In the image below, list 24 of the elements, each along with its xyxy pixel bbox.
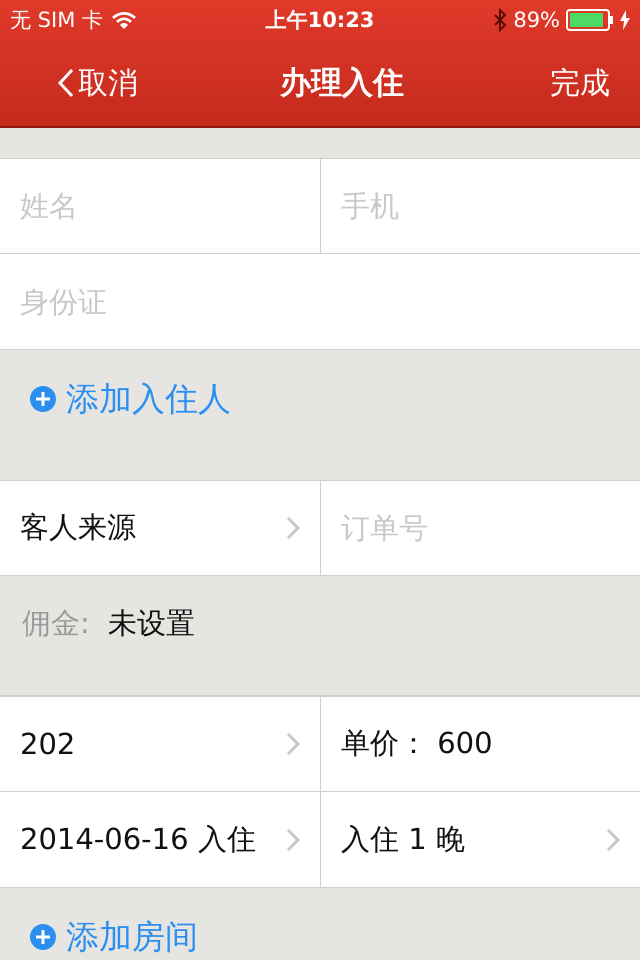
commission-label: 佣金: [22,605,90,642]
battery-percent: 89% [513,8,560,32]
done-button[interactable]: 完成 [546,62,614,104]
list-cell[interactable]: 2014-06-16 入住 [0,792,321,888]
cancel-button[interactable]: 取消 [58,62,138,104]
page-title: 办理入住 [280,64,404,103]
input-field[interactable]: 身份证 [0,254,640,350]
plus-icon [30,386,56,412]
list-cell[interactable]: 202 [0,696,321,792]
wifi-icon [111,10,137,30]
clock-time: 上午10:23 [266,7,374,34]
plus-icon [30,924,56,950]
list-cell[interactable]: 入住 1 晚 [321,792,640,888]
bluetooth-icon [493,8,508,32]
input-field[interactable]: 订单号 [321,480,640,576]
carrier-label: 无 SIM 卡 [10,7,103,34]
input-field[interactable]: 姓名 [0,158,321,254]
back-chevron-icon [58,68,74,98]
charging-icon [620,10,630,30]
input-field[interactable]: 手机 [321,158,640,254]
list-cell[interactable]: 客人来源 [0,480,321,576]
commission-value: 未设置 [108,605,195,642]
list-cell[interactable]: 单价： 600 [321,696,640,792]
battery-icon [566,9,614,31]
